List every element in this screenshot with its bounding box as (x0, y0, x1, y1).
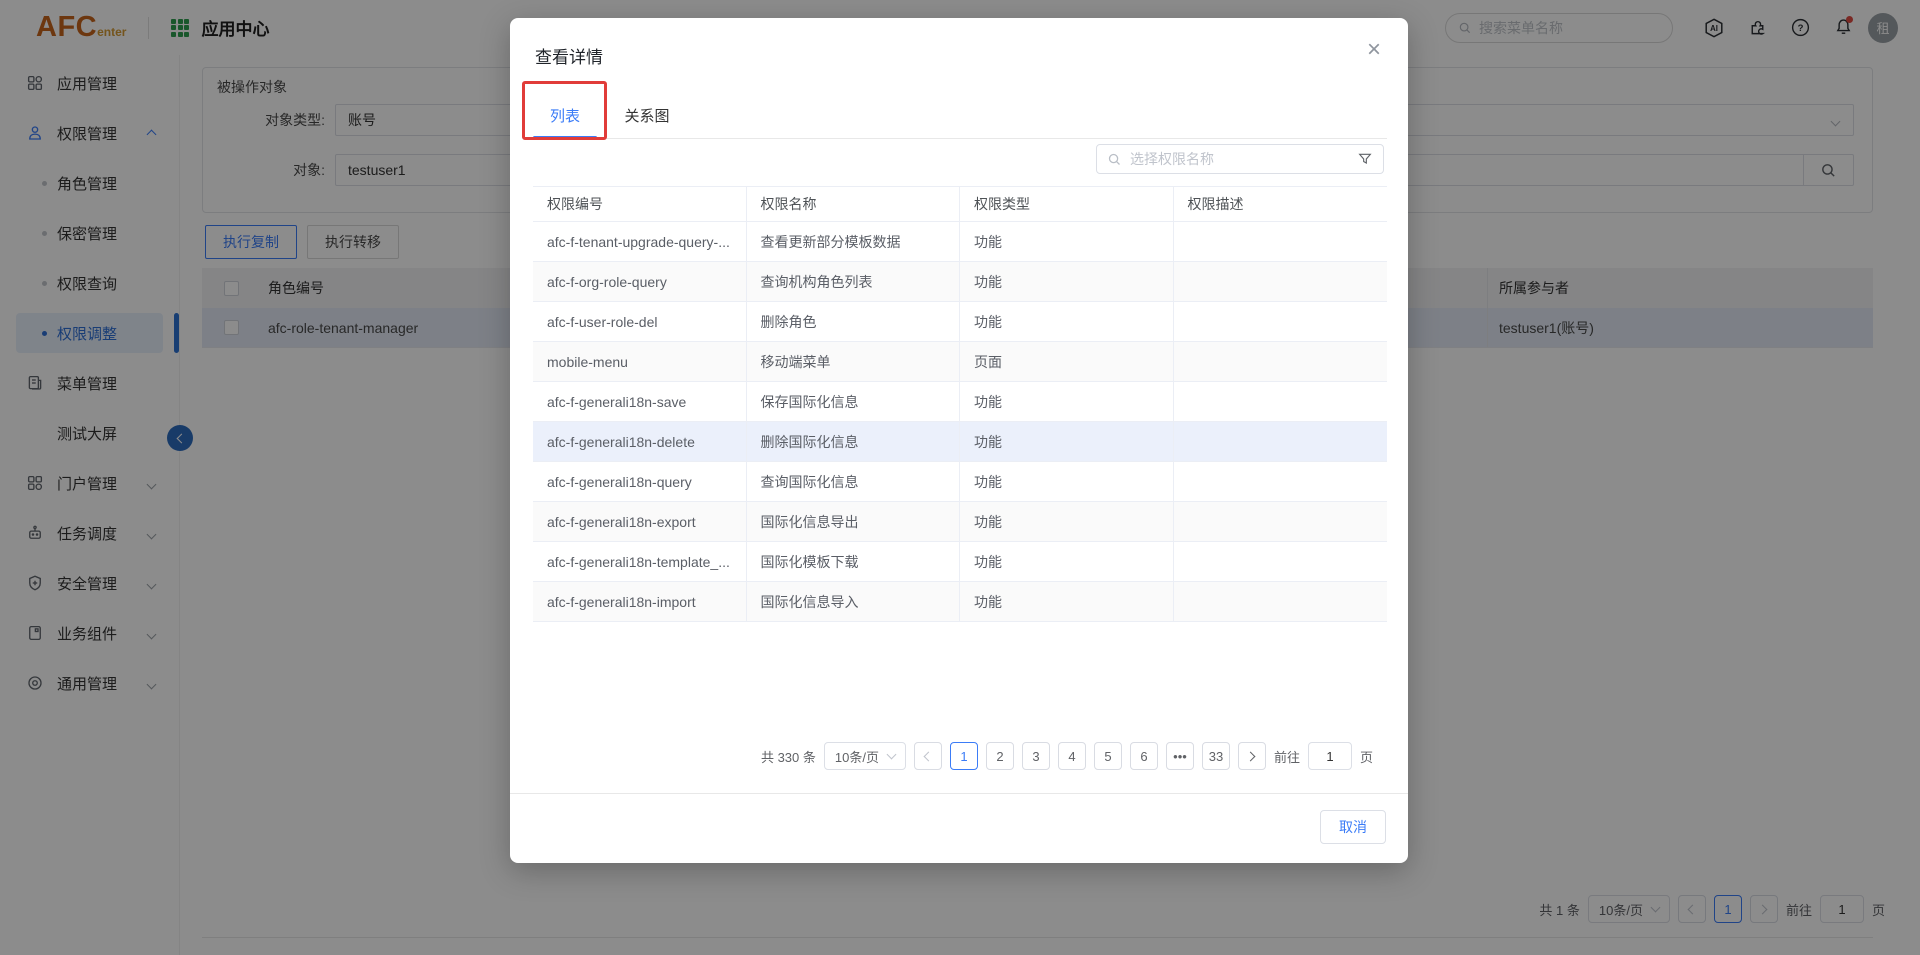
permission-type-cell: 功能 (960, 502, 1174, 541)
permission-desc-cell (1174, 382, 1388, 421)
permission-table-header: 权限编号 权限名称 权限类型 权限描述 (533, 186, 1387, 222)
column-header: 权限名称 (747, 187, 961, 221)
page-size-select[interactable]: 10条/页 (824, 742, 906, 770)
permission-desc-cell (1174, 422, 1388, 461)
view-details-modal: 查看详情 × 列表 关系图 权限编号 权限名称 权限类型 权限描述 afc-f-… (510, 18, 1408, 863)
permission-id-cell: afc-f-generali18n-import (533, 582, 747, 621)
permission-type-cell: 功能 (960, 582, 1174, 621)
permission-id-cell: afc-f-tenant-upgrade-query-... (533, 222, 747, 261)
table-row[interactable]: afc-f-tenant-upgrade-query-... 查看更新部分模板数… (533, 222, 1387, 262)
permission-name-cell: 查看更新部分模板数据 (747, 222, 961, 261)
table-row[interactable]: afc-f-generali18n-export 国际化信息导出 功能 (533, 502, 1387, 542)
modal-tabs: 列表 关系图 (533, 93, 1387, 139)
tab-list[interactable]: 列表 (533, 93, 597, 138)
page-button-5[interactable]: 5 (1094, 742, 1122, 770)
permission-desc-cell (1174, 502, 1388, 541)
permission-id-cell: afc-f-generali18n-delete (533, 422, 747, 461)
prev-page-button[interactable] (914, 742, 942, 770)
permission-search-input[interactable] (1130, 151, 1349, 167)
table-row-highlighted[interactable]: afc-f-generali18n-delete 删除国际化信息 功能 (533, 422, 1387, 462)
search-icon (1107, 152, 1122, 167)
goto-label: 前往 (1274, 747, 1300, 766)
column-header: 权限描述 (1174, 187, 1388, 221)
permission-type-cell: 功能 (960, 302, 1174, 341)
permission-name-cell: 查询国际化信息 (747, 462, 961, 501)
tab-relation-graph[interactable]: 关系图 (621, 93, 673, 138)
permission-type-cell: 页面 (960, 342, 1174, 381)
page-button-33[interactable]: 33 (1202, 742, 1230, 770)
table-row[interactable]: afc-f-generali18n-query 查询国际化信息 功能 (533, 462, 1387, 502)
permission-type-cell: 功能 (960, 382, 1174, 421)
permission-type-cell: 功能 (960, 542, 1174, 581)
next-page-button[interactable] (1238, 742, 1266, 770)
permission-search-box[interactable] (1096, 144, 1384, 174)
permission-name-cell: 移动端菜单 (747, 342, 961, 381)
permission-id-cell: afc-f-org-role-query (533, 262, 747, 301)
permission-desc-cell (1174, 542, 1388, 581)
permission-type-cell: 功能 (960, 462, 1174, 501)
page-button-3[interactable]: 3 (1022, 742, 1050, 770)
table-row[interactable]: afc-f-generali18n-save 保存国际化信息 功能 (533, 382, 1387, 422)
permission-id-cell: afc-f-generali18n-template_... (533, 542, 747, 581)
page-button-4[interactable]: 4 (1058, 742, 1086, 770)
modal-footer-divider (510, 793, 1408, 794)
permission-name-cell: 国际化信息导出 (747, 502, 961, 541)
permission-name-cell: 国际化模板下载 (747, 542, 961, 581)
permission-name-cell: 查询机构角色列表 (747, 262, 961, 301)
close-icon[interactable]: × (1360, 36, 1388, 64)
page-button-1[interactable]: 1 (950, 742, 978, 770)
goto-page-input[interactable] (1308, 742, 1352, 770)
modal-title: 查看详情 (535, 43, 603, 68)
permission-type-cell: 功能 (960, 262, 1174, 301)
modal-pagination: 共 330 条 10条/页 1 2 3 4 5 6 ••• 33 前往 页 (761, 742, 1373, 770)
permission-desc-cell (1174, 342, 1388, 381)
permission-desc-cell (1174, 582, 1388, 621)
permission-id-cell: afc-f-user-role-del (533, 302, 747, 341)
permission-desc-cell (1174, 462, 1388, 501)
column-header: 权限类型 (960, 187, 1174, 221)
permission-id-cell: afc-f-generali18n-save (533, 382, 747, 421)
total-count: 共 330 条 (761, 747, 816, 766)
page-button-6[interactable]: 6 (1130, 742, 1158, 770)
permission-type-cell: 功能 (960, 422, 1174, 461)
page-unit-label: 页 (1360, 747, 1373, 766)
table-row[interactable]: afc-f-org-role-query 查询机构角色列表 功能 (533, 262, 1387, 302)
permission-desc-cell (1174, 222, 1388, 261)
table-row[interactable]: mobile-menu 移动端菜单 页面 (533, 342, 1387, 382)
column-header: 权限编号 (533, 187, 747, 221)
permission-table: 权限编号 权限名称 权限类型 权限描述 afc-f-tenant-upgrade… (533, 186, 1387, 622)
table-row[interactable]: afc-f-generali18n-import 国际化信息导入 功能 (533, 582, 1387, 622)
permission-name-cell: 国际化信息导入 (747, 582, 961, 621)
more-pages-button[interactable]: ••• (1166, 742, 1194, 770)
permission-desc-cell (1174, 262, 1388, 301)
table-row[interactable]: afc-f-user-role-del 删除角色 功能 (533, 302, 1387, 342)
cancel-button[interactable]: 取消 (1320, 810, 1386, 844)
permission-type-cell: 功能 (960, 222, 1174, 261)
table-row[interactable]: afc-f-generali18n-template_... 国际化模板下载 功… (533, 542, 1387, 582)
permission-name-cell: 删除角色 (747, 302, 961, 341)
permission-id-cell: mobile-menu (533, 342, 747, 381)
permission-name-cell: 保存国际化信息 (747, 382, 961, 421)
filter-funnel-icon[interactable] (1357, 151, 1373, 167)
permission-name-cell: 删除国际化信息 (747, 422, 961, 461)
permission-id-cell: afc-f-generali18n-query (533, 462, 747, 501)
permission-id-cell: afc-f-generali18n-export (533, 502, 747, 541)
permission-desc-cell (1174, 302, 1388, 341)
page-button-2[interactable]: 2 (986, 742, 1014, 770)
